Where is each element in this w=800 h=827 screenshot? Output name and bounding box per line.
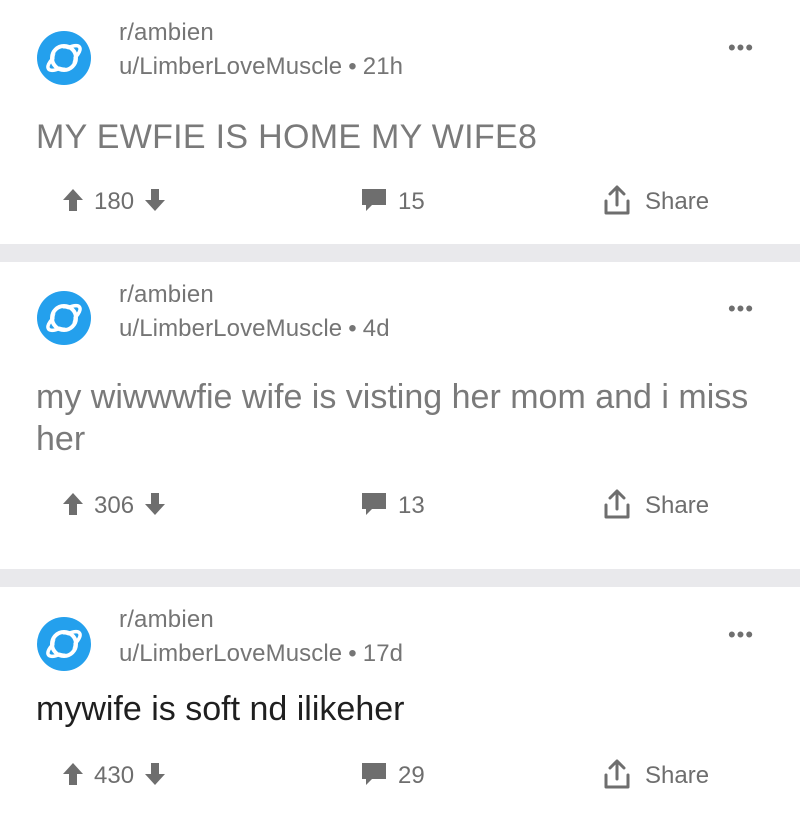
share-button[interactable]: Share xyxy=(603,489,709,523)
post-card[interactable]: r/ambien u/LimberLoveMuscle • 17d ••• mywi… xyxy=(0,587,800,827)
more-dots-icon[interactable]: ••• xyxy=(726,298,756,320)
post-byline: u/LimberLoveMuscle • 4d xyxy=(119,314,390,344)
planet-icon xyxy=(46,43,82,73)
post-card[interactable]: r/ambien u/LimberLoveMuscle • 21h ••• MY E… xyxy=(0,0,800,244)
post-actions: 306 13 Share xyxy=(0,489,800,523)
comments-button[interactable]: 13 xyxy=(360,489,435,523)
post-meta: r/ambien u/LimberLoveMuscle • 21h xyxy=(119,18,403,82)
post-byline: u/LimberLoveMuscle • 17d xyxy=(119,639,403,669)
author-name[interactable]: u/LimberLoveMuscle xyxy=(119,53,342,80)
post-meta: r/ambien u/LimberLoveMuscle • 17d xyxy=(119,605,403,669)
share-icon xyxy=(603,489,631,524)
arrow-up-icon[interactable] xyxy=(62,492,84,521)
separator-dot: • xyxy=(348,53,357,80)
author-name[interactable]: u/LimberLoveMuscle xyxy=(119,640,342,667)
separator-dot: • xyxy=(348,315,357,342)
comment-bubble-icon xyxy=(360,761,388,792)
subreddit-name[interactable]: r/ambien xyxy=(119,18,403,48)
arrow-down-icon[interactable] xyxy=(144,762,166,791)
post-actions: 430 29 Share xyxy=(0,759,800,793)
comment-count: 13 xyxy=(398,492,425,519)
arrow-up-icon[interactable] xyxy=(62,762,84,791)
comments-button[interactable]: 29 xyxy=(360,759,435,793)
post-byline: u/LimberLoveMuscle • 21h xyxy=(119,52,403,82)
share-label: Share xyxy=(645,188,710,215)
post-feed: r/ambien u/LimberLoveMuscle • 21h ••• MY E… xyxy=(0,0,800,827)
share-label: Share xyxy=(645,762,710,789)
subreddit-avatar[interactable] xyxy=(37,31,91,85)
post-divider xyxy=(0,244,800,262)
post-age: 17d xyxy=(362,640,404,667)
comments-button[interactable]: 15 xyxy=(360,185,435,219)
post-title[interactable]: MY EWFIE IS HOME MY WIFE8 xyxy=(36,116,770,158)
arrow-up-icon[interactable] xyxy=(62,188,84,217)
subreddit-avatar[interactable] xyxy=(37,291,91,345)
vote-count: 430 xyxy=(94,762,135,789)
vote-count: 180 xyxy=(94,188,135,215)
post-card[interactable]: r/ambien u/LimberLoveMuscle • 4d ••• my wi… xyxy=(0,262,800,569)
post-divider xyxy=(0,569,800,587)
vote-count: 306 xyxy=(94,492,135,519)
planet-icon xyxy=(46,303,82,333)
comment-bubble-icon xyxy=(360,187,388,218)
share-button[interactable]: Share xyxy=(603,759,709,793)
comment-count: 29 xyxy=(398,762,425,789)
separator-dot: • xyxy=(348,640,357,667)
vote-group: 180 xyxy=(62,185,166,219)
vote-group: 306 xyxy=(62,489,166,523)
more-dots-icon[interactable]: ••• xyxy=(726,37,756,59)
share-button[interactable]: Share xyxy=(603,185,709,219)
post-title[interactable]: my wiwwwfie wife is visting her mom and … xyxy=(36,376,770,460)
share-icon xyxy=(603,185,631,220)
comment-bubble-icon xyxy=(360,491,388,522)
arrow-down-icon[interactable] xyxy=(144,492,166,521)
arrow-down-icon[interactable] xyxy=(144,188,166,217)
post-meta: r/ambien u/LimberLoveMuscle • 4d xyxy=(119,280,390,344)
post-age: 4d xyxy=(362,315,390,342)
vote-group: 430 xyxy=(62,759,166,793)
share-icon xyxy=(603,759,631,794)
post-title[interactable]: mywife is soft nd ilikeher xyxy=(36,688,770,730)
comment-count: 15 xyxy=(398,188,425,215)
subreddit-avatar[interactable] xyxy=(37,617,91,671)
author-name[interactable]: u/LimberLoveMuscle xyxy=(119,315,342,342)
more-dots-icon[interactable]: ••• xyxy=(726,624,756,646)
subreddit-name[interactable]: r/ambien xyxy=(119,605,403,635)
share-label: Share xyxy=(645,492,710,519)
planet-icon xyxy=(46,629,82,659)
post-age: 21h xyxy=(362,53,404,80)
post-actions: 180 15 Share xyxy=(0,185,800,219)
subreddit-name[interactable]: r/ambien xyxy=(119,280,390,310)
